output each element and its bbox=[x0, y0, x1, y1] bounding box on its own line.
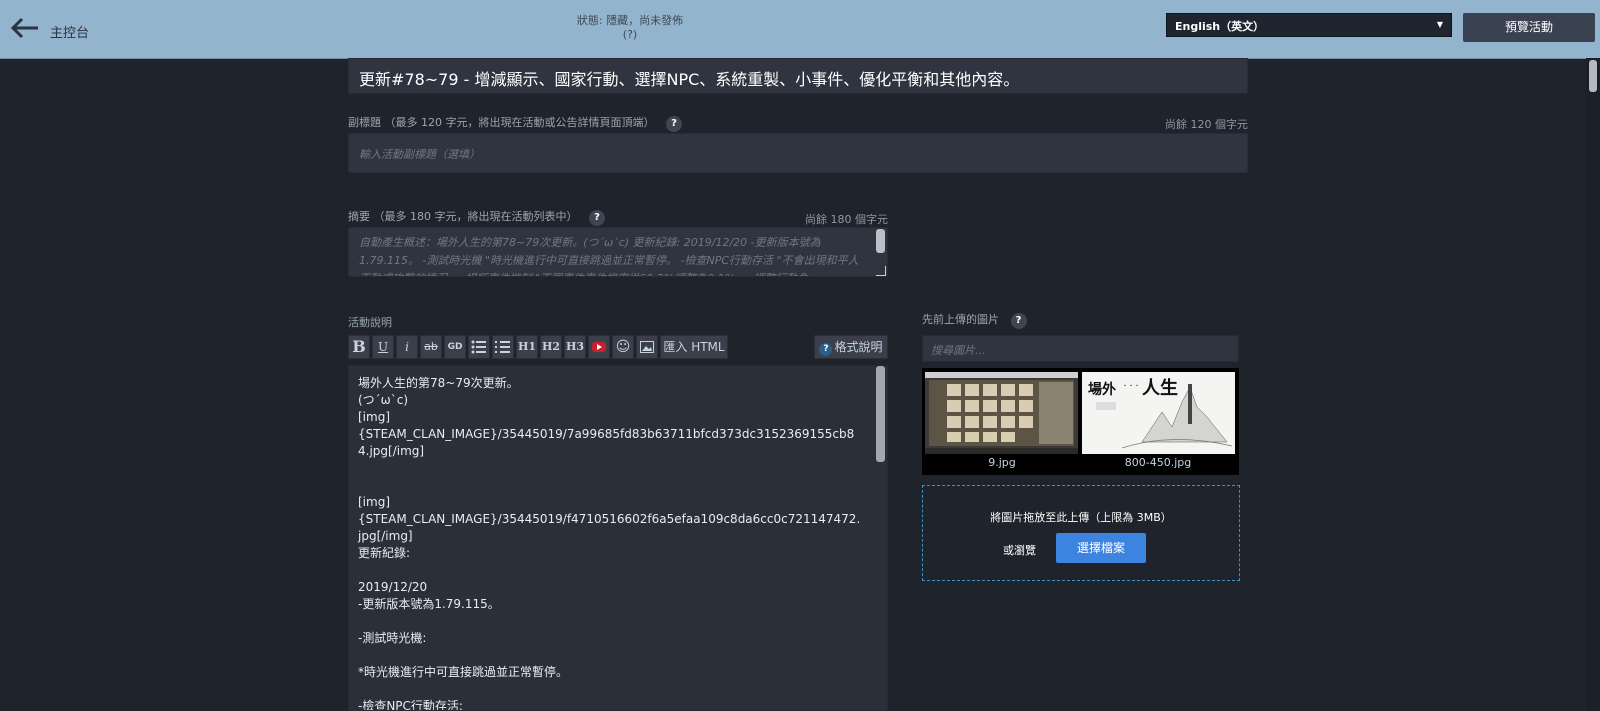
image-icon bbox=[640, 341, 654, 353]
numbered-list-button[interactable] bbox=[492, 335, 514, 359]
emoticon-button[interactable]: ☺ bbox=[612, 335, 634, 359]
language-select[interactable]: English（英文） ▼ bbox=[1166, 13, 1452, 37]
images-label-row: 先前上傳的圖片 ? bbox=[922, 311, 1027, 329]
heading1-button[interactable]: H1 bbox=[516, 335, 538, 359]
event-title-input[interactable]: 更新#78~79 - 增減顯示、國家行動、選擇NPC、系統重製、小事件、優化平衡… bbox=[348, 58, 1248, 94]
help-circle-icon: ? bbox=[819, 343, 833, 356]
bullet-list-button[interactable] bbox=[468, 335, 490, 359]
subtitle-label-row: 副標題 （最多 120 字元，將出現在活動或公告詳情頁面頂端） ? bbox=[348, 114, 682, 132]
bullet-list-icon bbox=[471, 340, 486, 354]
images-label: 先前上傳的圖片 bbox=[922, 313, 999, 326]
summary-label-row: 摘要 （最多 180 字元，將出現在活動列表中） ? bbox=[348, 208, 605, 226]
bold-button[interactable]: B bbox=[348, 335, 370, 359]
import-html-button[interactable]: 匯入 HTML bbox=[660, 335, 728, 359]
logo-text-2: 人生 bbox=[1142, 377, 1178, 399]
subtitle-input[interactable]: 輸入活動副標題（選填） bbox=[348, 133, 1248, 173]
italic-button[interactable]: i bbox=[396, 335, 418, 359]
smiley-icon: ☺ bbox=[615, 339, 631, 355]
status-text: 狀態: 隱藏，尚未發佈 bbox=[576, 14, 684, 27]
uploaded-images-panel: 9.jpg 場外 ・・・ 人生 800-450.jpg bbox=[922, 368, 1239, 475]
youtube-icon bbox=[592, 342, 606, 352]
summary-label: 摘要 （最多 180 字元，將出現在活動列表中） bbox=[348, 210, 578, 223]
dropzone-text: 將圖片拖放至此上傳（上限為 3MB） bbox=[990, 511, 1172, 524]
page-scrollbar[interactable] bbox=[1586, 58, 1600, 711]
logo-text: 場外 bbox=[1088, 381, 1116, 398]
summary-scrollbar[interactable] bbox=[876, 229, 885, 253]
top-bar: 主控台 狀態: 隱藏，尚未發佈 (?) English（英文） ▼ 預覽活動 bbox=[0, 0, 1600, 59]
back-arrow-icon[interactable] bbox=[10, 14, 40, 42]
choose-file-button[interactable]: 選擇檔案 bbox=[1056, 533, 1146, 563]
image-search-input[interactable]: 搜尋圖片... bbox=[922, 335, 1239, 362]
link-button[interactable]: GD bbox=[444, 335, 466, 359]
image-thumbnail-2[interactable]: 場外 ・・・ 人生 bbox=[1082, 372, 1235, 454]
browse-text: 或瀏覽 bbox=[1003, 544, 1036, 557]
dashboard-link[interactable]: 主控台 bbox=[50, 22, 89, 41]
summary-textarea[interactable]: 自動產生概述：場外人生的第78~79次更新。(つ´ω`c) 更新紀錄: 2019… bbox=[348, 227, 888, 277]
heading2-button[interactable]: H2 bbox=[540, 335, 562, 359]
dropdown-caret-icon: ▼ bbox=[1436, 20, 1443, 29]
resize-handle-icon[interactable] bbox=[876, 266, 886, 276]
logo-dots: ・・・ bbox=[1122, 383, 1140, 390]
description-editor[interactable]: 場外人生的第78~79次更新。 (つ´ω`c) [img] {STEAM_CLA… bbox=[348, 365, 888, 711]
description-label: 活動說明 bbox=[348, 316, 392, 329]
images-help-icon[interactable]: ? bbox=[1010, 313, 1027, 329]
image-button[interactable] bbox=[636, 335, 658, 359]
status-help-link[interactable]: (?) bbox=[540, 28, 720, 41]
page-scrollbar-thumb[interactable] bbox=[1589, 60, 1597, 92]
subtitle-label: 副標題 （最多 120 字元，將出現在活動或公告詳情頁面頂端） bbox=[348, 116, 655, 129]
strikethrough-button[interactable]: ab bbox=[420, 335, 442, 359]
image-caption-1: 9.jpg bbox=[988, 456, 1016, 469]
editor-toolbar: B U i ab GD H1 H2 H3 ☺ 匯入 HTML ? 格式說明 bbox=[348, 335, 888, 361]
underline-button[interactable]: U bbox=[372, 335, 394, 359]
subtitle-help-icon[interactable]: ? bbox=[665, 116, 682, 132]
image-thumbnail-1[interactable] bbox=[925, 372, 1078, 454]
heading3-button[interactable]: H3 bbox=[564, 335, 586, 359]
subtitle-char-counter: 尚餘 120 個字元 bbox=[1165, 118, 1248, 131]
youtube-button[interactable] bbox=[588, 335, 610, 359]
format-help-button[interactable]: ? 格式說明 bbox=[814, 335, 888, 359]
image-dropzone[interactable]: 將圖片拖放至此上傳（上限為 3MB） 或瀏覽 選擇檔案 bbox=[922, 485, 1240, 581]
summary-char-counter: 尚餘 180 個字元 bbox=[805, 213, 888, 226]
summary-help-icon[interactable]: ? bbox=[588, 210, 605, 226]
preview-event-button[interactable]: 預覽活動 bbox=[1463, 13, 1595, 42]
language-selected: English（英文） bbox=[1175, 20, 1265, 33]
numbered-list-icon bbox=[495, 341, 510, 353]
editor-scrollbar[interactable] bbox=[876, 366, 885, 462]
format-help-label: 格式說明 bbox=[834, 340, 883, 354]
image-caption-2: 800-450.jpg bbox=[1124, 456, 1192, 469]
